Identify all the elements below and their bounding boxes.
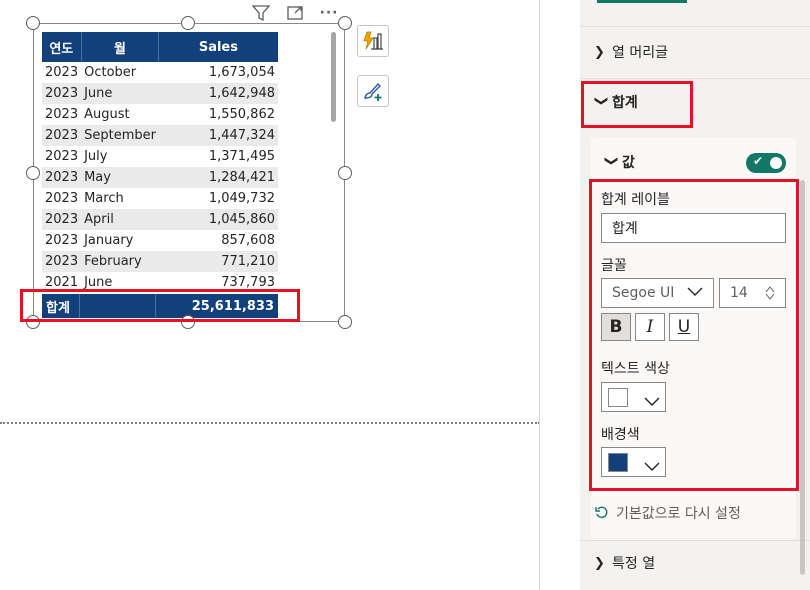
chevron-right-icon: ❯ xyxy=(594,44,605,60)
column-header-month[interactable]: 월 xyxy=(81,32,172,62)
totals-section-highlight xyxy=(581,81,693,128)
section-specific-column[interactable]: ❯ 특정 열 xyxy=(580,549,810,577)
section-column-headers[interactable]: ❯ 열 머리글 xyxy=(580,38,810,66)
resize-handle[interactable] xyxy=(338,166,352,180)
cell-month: May xyxy=(81,167,159,188)
reset-label: 기본값으로 다시 설정 xyxy=(616,506,741,522)
cell-year: 2023 xyxy=(42,83,82,104)
table-body: 2023 October 1,673,054 2023 June 1,642,948 202… xyxy=(42,62,278,293)
cell-month: October xyxy=(84,65,137,80)
cell-sales: 1,049,732 xyxy=(208,191,275,206)
cell-sales: 1,642,948 xyxy=(158,83,278,104)
cell-year: 2023 xyxy=(45,149,79,164)
filter-icon[interactable] xyxy=(250,3,272,23)
table-row[interactable]: 2023 August 1,550,862 xyxy=(42,104,278,125)
section-label: 특정 열 xyxy=(612,556,656,572)
cell-year: 2023 xyxy=(45,65,79,80)
divider xyxy=(580,26,810,27)
cell-sales: 1,284,421 xyxy=(158,167,278,188)
focus-mode-icon[interactable] xyxy=(284,3,306,23)
divider xyxy=(580,540,810,541)
report-canvas: 연도 월 Sales 2023 October 1,673,054 2023 June 1… xyxy=(0,0,540,590)
table-visual[interactable]: 연도 월 Sales 2023 October 1,673,054 2023 June 1… xyxy=(33,23,345,322)
table-row[interactable]: 2023 March 1,049,732 xyxy=(42,188,278,209)
check-icon: ✔ xyxy=(753,154,764,168)
format-visual-button[interactable] xyxy=(357,75,389,107)
sales-table: 연도 월 Sales 2023 October 1,673,054 2023 June 1… xyxy=(42,32,278,293)
cell-sales: 1,673,054 xyxy=(208,65,275,80)
resize-handle[interactable] xyxy=(338,315,352,329)
active-tab-indicator xyxy=(597,0,687,3)
values-toggle[interactable]: ✔ xyxy=(746,153,786,173)
table-scrollbar[interactable] xyxy=(331,32,336,122)
resize-handle[interactable] xyxy=(26,16,40,30)
card-title: 값 xyxy=(622,155,635,171)
toggle-knob xyxy=(770,157,782,169)
table-row[interactable]: 2023 February 771,210 xyxy=(42,251,278,272)
cell-month: April xyxy=(81,209,159,230)
cell-month: September xyxy=(81,125,159,146)
divider xyxy=(580,78,810,79)
cell-year: 2023 xyxy=(45,233,79,248)
paintbrush-add-icon xyxy=(364,82,382,101)
cell-month: March xyxy=(84,191,124,206)
resize-handle[interactable] xyxy=(26,166,40,180)
cell-year: 2023 xyxy=(42,125,82,146)
chevron-right-icon: ❯ xyxy=(594,555,605,571)
cell-month: August xyxy=(84,107,130,122)
page-boundary-line xyxy=(0,422,540,424)
cell-year: 2023 xyxy=(45,107,79,122)
lightning-chart-icon xyxy=(363,31,383,50)
resize-handle[interactable] xyxy=(181,16,195,30)
quick-insight-button[interactable] xyxy=(357,25,389,57)
column-header-sales[interactable]: Sales xyxy=(158,32,278,62)
more-options-icon[interactable]: ··· xyxy=(318,3,340,23)
pane-separator xyxy=(539,0,540,590)
cell-sales: 1,447,324 xyxy=(158,125,278,146)
resize-handle[interactable] xyxy=(338,16,352,30)
reset-default-button[interactable]: 기본값으로 다시 설정 xyxy=(594,503,741,523)
cell-year: 2023 xyxy=(42,209,82,230)
table-row[interactable]: 2023 September 1,447,324 xyxy=(42,125,278,146)
cell-sales: 1,371,495 xyxy=(208,149,275,164)
cell-sales: 1,550,862 xyxy=(208,107,275,122)
cell-year: 2023 xyxy=(45,191,79,206)
cell-month: February xyxy=(81,251,159,272)
table-row[interactable]: 2023 July 1,371,495 xyxy=(42,146,278,167)
cell-sales: 857,608 xyxy=(221,233,275,248)
pane-scrollbar[interactable] xyxy=(800,180,805,575)
chevron-down-icon: ❯ xyxy=(603,155,619,166)
cell-year: 2023 xyxy=(42,251,82,272)
table-row[interactable]: 2023 April 1,045,860 xyxy=(42,209,278,230)
cell-sales: 771,210 xyxy=(158,251,278,272)
cell-year: 2023 xyxy=(42,167,82,188)
cell-sales: 1,045,860 xyxy=(158,209,278,230)
reset-icon xyxy=(595,506,608,519)
table-row[interactable]: 2023 May 1,284,421 xyxy=(42,167,278,188)
table-row[interactable]: 2023 October 1,673,054 xyxy=(42,62,278,83)
section-label: 열 머리글 xyxy=(612,45,668,61)
cell-month: January xyxy=(84,233,134,248)
total-row-highlight xyxy=(20,289,300,322)
column-header-year[interactable]: 연도 xyxy=(42,32,82,62)
values-highlight xyxy=(589,179,799,491)
table-row[interactable]: 2023 June 1,642,948 xyxy=(42,83,278,104)
cell-month: July xyxy=(84,149,108,164)
table-row[interactable]: 2023 January 857,608 xyxy=(42,230,278,251)
format-pane: ❯ 열 머리글 ❯ 합계 ❯ 값 ✔ 합계 레이블 합계 글꼴 Segoe UI… xyxy=(580,0,810,590)
cell-month: June xyxy=(81,83,159,104)
